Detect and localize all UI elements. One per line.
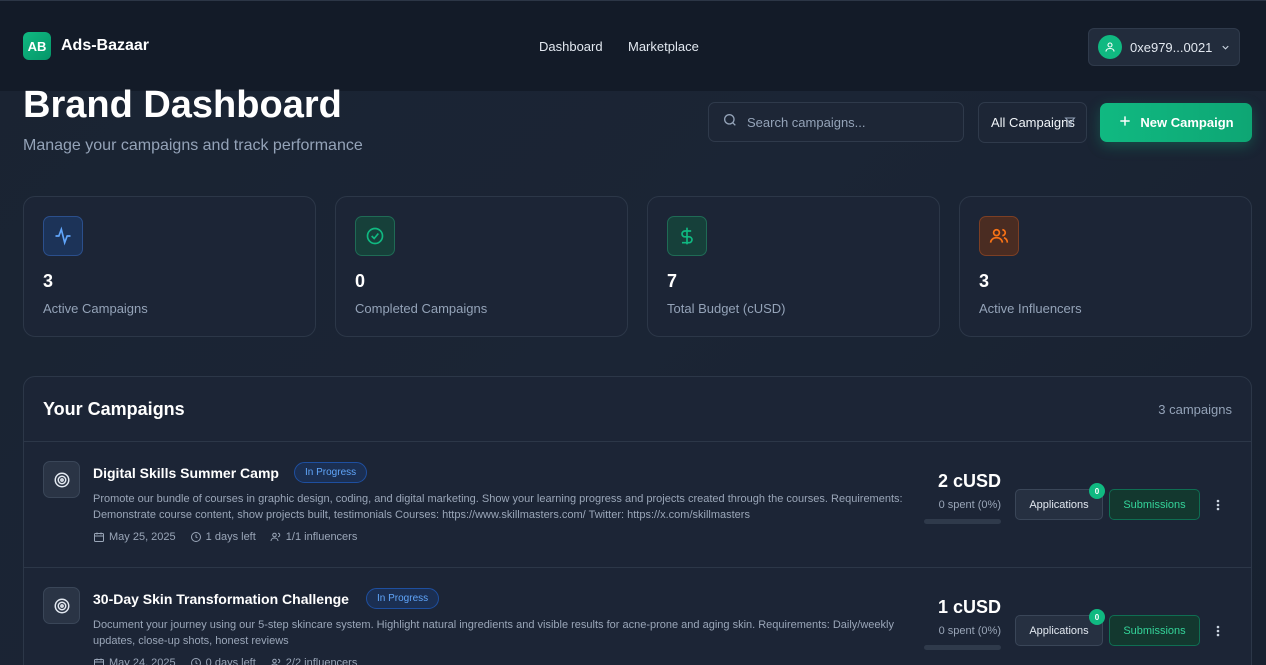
activity-icon [43, 216, 83, 256]
calendar-icon [94, 532, 104, 542]
target-icon [43, 587, 80, 624]
filter-icon [1064, 116, 1076, 131]
filter-value: All Campaigns [991, 115, 1075, 130]
stat-value: 3 [979, 271, 990, 291]
dollar-icon [667, 216, 707, 256]
campaign-budget: 1 cUSD [937, 597, 1001, 617]
nav-marketplace[interactable]: Marketplace [628, 39, 699, 54]
search-input[interactable] [747, 114, 947, 130]
clock-icon [190, 658, 201, 665]
campaign-row[interactable]: Digital Skills Summer Camp In Progress P… [24, 442, 1251, 568]
campaign-row[interactable]: 30-Day Skin Transformation Challenge In … [24, 568, 1251, 665]
nav-dashboard[interactable]: Dashboard [539, 39, 603, 54]
page-title: Brand Dashboard [23, 84, 342, 126]
stat-card-active-campaigns: 3 Active Campaigns [23, 196, 316, 337]
new-campaign-button[interactable]: New Campaign [1100, 103, 1252, 142]
campaign-time-left: 1 days left [190, 531, 256, 543]
applications-button[interactable]: Applications 0 [1015, 609, 1105, 646]
clock-icon [190, 532, 201, 542]
campaign-count: 3 campaigns [1158, 402, 1232, 417]
page-subtitle: Manage your campaigns and track performa… [23, 137, 363, 154]
app-name[interactable]: Ads-Bazaar [61, 37, 149, 55]
top-navbar: AB Ads-Bazaar Dashboard Marketplace 0xe9… [0, 0, 1266, 91]
applications-count-badge: 0 [1089, 609, 1105, 625]
stat-label: Total Budget (cUSD) [667, 301, 786, 316]
campaign-filter-select[interactable]: All Campaigns [978, 102, 1087, 143]
stat-card-active-influencers: 3 Active Influencers [959, 196, 1252, 337]
users-icon [979, 216, 1019, 256]
submissions-button[interactable]: Submissions [1109, 489, 1200, 520]
applications-button[interactable]: Applications 0 [1015, 483, 1105, 520]
campaign-budget: 2 cUSD [937, 471, 1001, 491]
users-icon [270, 532, 280, 542]
stat-value: 0 [355, 271, 366, 291]
stat-label: Completed Campaigns [355, 301, 488, 316]
stat-label: Active Influencers [979, 301, 1082, 316]
campaign-meta: May 24, 2025 0 days left 2/2 influencers [93, 657, 357, 665]
applications-count-badge: 0 [1089, 483, 1105, 499]
budget-progress-bar [924, 519, 1001, 524]
campaign-influencers: 1/1 influencers [270, 531, 357, 543]
stat-label: Active Campaigns [43, 301, 148, 316]
campaign-title[interactable]: 30-Day Skin Transformation Challenge [93, 591, 349, 607]
calendar-icon [94, 658, 104, 665]
stat-value: 7 [667, 271, 678, 291]
status-badge: In Progress [294, 462, 368, 483]
campaigns-panel: Your Campaigns 3 campaigns Digital Skill… [23, 376, 1252, 665]
chevron-down-icon [1220, 42, 1231, 53]
search-box[interactable] [708, 102, 964, 142]
campaign-meta: May 25, 2025 1 days left 1/1 influencers [93, 531, 357, 543]
campaign-title[interactable]: Digital Skills Summer Camp [93, 465, 279, 481]
more-options-icon[interactable] [1210, 621, 1226, 641]
logo-mark[interactable]: AB [23, 32, 51, 60]
new-campaign-label: New Campaign [1140, 115, 1234, 130]
search-icon [722, 112, 738, 133]
wallet-button[interactable]: 0xe979...0021 [1088, 28, 1240, 66]
budget-progress-bar [924, 645, 1001, 650]
campaign-spent: 0 spent (0%) [938, 499, 1001, 511]
wallet-address: 0xe979...0021 [1130, 39, 1213, 55]
campaign-date: May 24, 2025 [93, 657, 176, 665]
campaign-description: Document your journey using our 5-step s… [93, 619, 894, 647]
campaign-description: Promote our bundle of courses in graphic… [93, 493, 903, 521]
plus-icon [1118, 114, 1132, 131]
panel-title: Your Campaigns [43, 399, 185, 419]
submissions-button[interactable]: Submissions [1109, 615, 1200, 646]
more-options-icon[interactable] [1210, 495, 1226, 515]
check-circle-icon [355, 216, 395, 256]
stat-value: 3 [43, 271, 54, 291]
campaign-influencers: 2/2 influencers [270, 657, 357, 665]
campaign-spent: 0 spent (0%) [938, 625, 1001, 637]
user-icon [1098, 35, 1122, 59]
stat-card-total-budget: 7 Total Budget (cUSD) [647, 196, 940, 337]
target-icon [43, 461, 80, 498]
campaign-date: May 25, 2025 [93, 531, 176, 543]
status-badge: In Progress [366, 588, 440, 609]
users-icon [271, 658, 280, 665]
stat-card-completed-campaigns: 0 Completed Campaigns [335, 196, 628, 337]
campaign-time-left: 0 days left [190, 657, 256, 665]
